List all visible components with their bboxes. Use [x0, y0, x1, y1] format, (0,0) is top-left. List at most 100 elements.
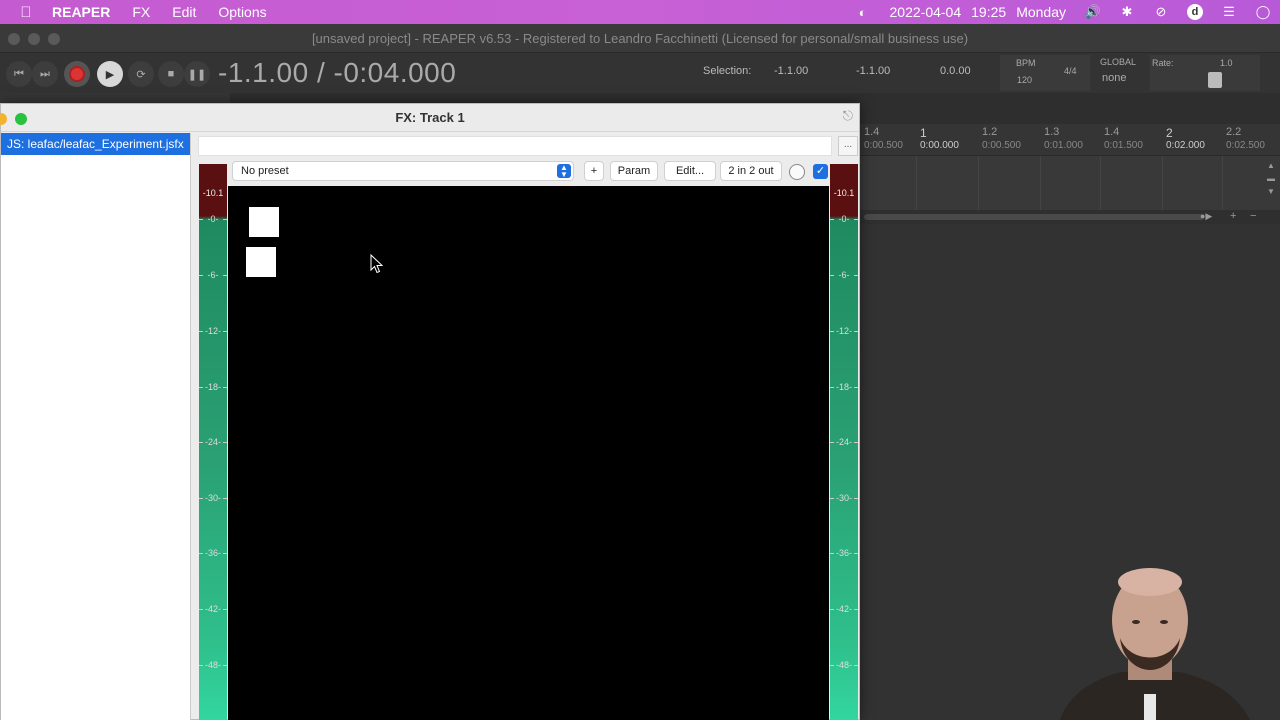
fx-window: FX: Track 1 ⎋ JS: leafac/leafac_Experime… [0, 103, 860, 720]
fx-chain-list[interactable]: JS: leafac/leafac_Experiment.jsfx [1, 133, 191, 720]
time-signature[interactable]: 4/4 [1064, 66, 1077, 76]
screen-record-icon[interactable]: ◐ [852, 4, 874, 20]
ruler-bar: 2.2 [1226, 126, 1242, 138]
vertical-zoom-controls[interactable]: ▲ ▬ ▼ [1264, 158, 1278, 206]
webcam-presenter [1060, 568, 1250, 720]
ruler-time: 0:02.500 [1226, 140, 1265, 151]
selection-end[interactable]: -1.1.00 [856, 65, 890, 77]
play-button[interactable]: ▶ [97, 61, 123, 87]
bpm-label: BPM [1016, 58, 1036, 68]
scroll-thumb-icon[interactable]: ▬ [1266, 174, 1276, 184]
pause-button[interactable]: ❚❚ [184, 61, 210, 87]
ruler-bar: 1.3 [1044, 126, 1060, 138]
menubar-day: Monday [1016, 4, 1066, 20]
go-to-start-button[interactable]: ⏮ [6, 61, 32, 87]
fx-window-title: FX: Track 1 [395, 110, 465, 125]
bpm-value[interactable]: 120 [1017, 75, 1032, 85]
output-meter: -10.1 -0- -6- -12- -18- -24- -30- -36- -… [830, 164, 858, 720]
reaper-titlebar: [unsaved project] - REAPER v6.53 - Regis… [0, 24, 1280, 53]
scrollbar-thumb[interactable] [864, 214, 1204, 220]
ruler-bar: 1 [920, 126, 927, 140]
meter-mark: -12- [830, 326, 858, 336]
fx-more-button[interactable]: ... [838, 136, 858, 156]
scroll-right-icon[interactable]: ●▶ [1200, 211, 1212, 222]
output-peak-readout[interactable]: -10.1 [830, 188, 858, 198]
horizontal-scrollbar[interactable]: ●▶ + − [860, 210, 1280, 224]
bypass-checkbox[interactable]: ✓ [813, 164, 828, 179]
stop-icon: ■ [167, 68, 175, 80]
add-preset-button[interactable]: + [584, 161, 604, 181]
fx-window-titlebar[interactable]: FX: Track 1 ⎋ [0, 104, 859, 132]
fx-chain-item[interactable]: JS: leafac/leafac_Experiment.jsfx [1, 133, 190, 155]
pin-icon[interactable]: ⎋ [843, 108, 853, 124]
user-avatar[interactable]: d [1184, 4, 1206, 20]
zoom-in-icon[interactable]: + [1230, 210, 1236, 222]
loop-button[interactable]: ⟳ [128, 61, 154, 87]
meter-mark: -30- [199, 493, 227, 503]
ruler-bar: 1.4 [864, 126, 880, 138]
wifi-off-icon[interactable]: ⊘ [1150, 4, 1172, 20]
bluetooth-icon[interactable]: ✱ [1116, 4, 1138, 20]
ruler-time: 0:00.500 [864, 140, 903, 151]
ruler-time: 0:02.000 [1166, 140, 1205, 151]
meter-mark: -24- [830, 437, 858, 447]
canvas-square[interactable] [246, 247, 276, 277]
scroll-up-icon[interactable]: ▲ [1266, 161, 1276, 171]
edit-button[interactable]: Edit... [664, 161, 716, 181]
meter-mark: -36- [199, 548, 227, 558]
playrate-slider[interactable] [1208, 72, 1222, 88]
preset-value: No preset [241, 165, 289, 177]
transport-timecode[interactable]: -1.1.00 / -0:04.000 [218, 57, 456, 89]
wet-knob[interactable] [789, 164, 805, 180]
meter-mark: -0- [830, 214, 858, 224]
param-button[interactable]: Param [610, 161, 658, 181]
fx-toolbar: No preset ▲ ▼ + Param Edit... 2 in 2 out … [198, 160, 858, 186]
meter-mark: -0- [199, 214, 227, 224]
track-lane[interactable] [860, 156, 1280, 210]
tempo-box[interactable]: BPM 120 4/4 [1000, 55, 1090, 91]
transport-bar: ⏮ ⏭ ▶ ⟳ ■ ❚❚ -1.1.00 / -0:04.000 Selecti… [0, 53, 1280, 93]
scroll-down-icon[interactable]: ▼ [1266, 187, 1276, 197]
input-peak-readout[interactable]: -10.1 [199, 188, 227, 198]
record-button[interactable] [64, 61, 90, 87]
io-routing-button[interactable]: 2 in 2 out [720, 161, 782, 181]
menu-fx[interactable]: FX [132, 4, 150, 20]
canvas-square[interactable] [249, 207, 279, 237]
siri-icon[interactable]: ◯ [1252, 4, 1274, 20]
meter-mark: -12- [199, 326, 227, 336]
meter-mark: -6- [199, 270, 227, 280]
zoom-out-icon[interactable]: − [1250, 210, 1256, 222]
global-value[interactable]: none [1102, 72, 1126, 84]
apple-icon[interactable]:  [0, 4, 52, 21]
timeline-ruler[interactable]: 1.4 1 1.2 1.3 1.4 2 2.2 0:00.500 0:00.00… [860, 124, 1280, 156]
go-to-end-button[interactable]: ⏭ [32, 61, 58, 87]
meter-mark: -42- [830, 604, 858, 614]
meter-mark: -24- [199, 437, 227, 447]
meter-mark: -48- [830, 660, 858, 670]
ruler-time: 0:00.000 [920, 140, 959, 151]
selection-length[interactable]: 0.0.00 [940, 65, 971, 77]
ruler-time: 0:00.500 [982, 140, 1021, 151]
playrate-box[interactable]: Rate: 1.0 [1150, 55, 1260, 91]
meter-mark: -30- [830, 493, 858, 503]
menu-app[interactable]: REAPER [52, 4, 110, 20]
menu-edit[interactable]: Edit [172, 4, 196, 20]
menubar:  REAPER FX Edit Options ◐ 2022-04-04 19… [0, 0, 1280, 24]
plugin-gfx-canvas[interactable] [228, 186, 829, 720]
preset-dropdown[interactable]: No preset ▲ ▼ [232, 161, 574, 181]
control-center-icon[interactable]: ☰ [1218, 4, 1240, 20]
mouse-cursor-icon [370, 254, 384, 274]
menu-options[interactable]: Options [218, 4, 266, 20]
volume-icon[interactable]: 🔊 [1082, 4, 1104, 20]
rate-label: Rate: [1152, 58, 1174, 68]
input-meter: -10.1 -0- -6- -12- -18- -24- -30- -36- -… [199, 164, 227, 720]
loop-icon: ⟳ [136, 68, 146, 81]
skip-forward-icon: ⏭ [40, 67, 50, 80]
ruler-time: 0:01.500 [1104, 140, 1143, 151]
fx-search-bar[interactable] [198, 136, 832, 156]
dropdown-arrows-icon: ▲ ▼ [557, 164, 571, 179]
pause-icon: ❚❚ [187, 68, 207, 81]
selection-start[interactable]: -1.1.00 [774, 65, 808, 77]
stop-button[interactable]: ■ [158, 61, 184, 87]
rate-value[interactable]: 1.0 [1220, 58, 1233, 68]
